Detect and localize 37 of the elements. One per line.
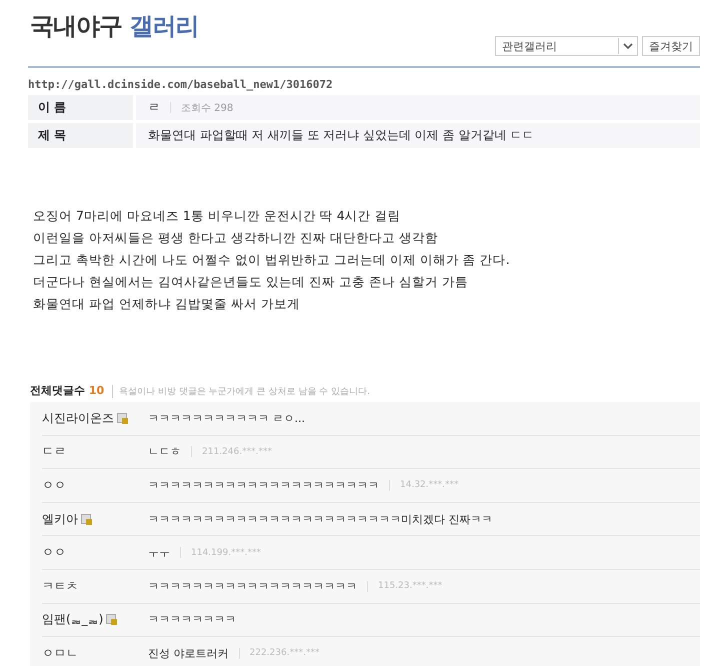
commenter-name: 엘키아: [42, 510, 78, 528]
post-subject: 화물연대 파업할때 저 새끼들 또 저러냐 싶었는데 이제 좀 알거같네 ㄷㄷ: [148, 127, 534, 144]
commenter-name: ㅇㅇ: [42, 544, 66, 562]
post-text: 그리고 촉박한 시간에 나도 어쩔수 없이 법위반하고 그러는데 이제 이해가 좀 간다.: [33, 251, 511, 269]
related-gallery-select[interactable]: 관련갤러리: [495, 36, 638, 56]
gallery-title: 국내야구 갤러리: [30, 12, 198, 40]
ip-address: 222.236.***.***: [250, 648, 320, 658]
name-label: 이 름: [38, 99, 66, 116]
comment-text: ㅋㅋㅋㅋㅋㅋㅋㅋ: [148, 612, 236, 628]
view-count: 조회수 298: [181, 102, 234, 114]
comment-text: 진성 야로트러커: [148, 646, 228, 661]
post-text: 오징어 7마리에 마요네즈 1통 비우니깐 운전시간 딱 4시간 걸림: [33, 207, 402, 225]
ip-address: 14.32.***.***: [400, 480, 458, 490]
commenter-name: ㄷㄹ: [42, 443, 66, 460]
ip-address: 211.246.***.***: [202, 446, 272, 457]
favorites-button[interactable]: 즐겨찾기: [642, 36, 700, 56]
comment-text: ㅋㅋㅋㅋㅋㅋㅋㅋㅋㅋㅋ ㄹㅇ...: [148, 410, 305, 426]
post-text: 화물연대 파업 언제하냐 김밥몇줄 싸서 가보게: [33, 295, 301, 313]
comment-count: 전체댓글수 10: [30, 383, 104, 398]
comment-notice: 욕설이나 비방 댓글은 누군가에게 큰 상처로 남을 수 있습니다.: [112, 385, 370, 398]
comment-text: ㄴㄷㅎ: [148, 444, 181, 460]
ip-address: 114.199.***.***: [191, 548, 261, 558]
comment-text: ㅜㅜ: [148, 545, 170, 560]
comment-text: ㅋㅋㅋㅋㅋㅋㅋㅋㅋㅋㅋㅋㅋㅋㅋㅋㅋㅋㅋㅋㅋㅋㅋ미치겠다 진짜ㅋㅋ: [148, 512, 492, 527]
post-text: 이런일을 아저씨들은 평생 한다고 생각하니깐 진짜 대단한다고 생각함: [33, 229, 439, 247]
comment-text: ㅋㅋㅋㅋㅋㅋㅋㅋㅋㅋㅋㅋㅋㅋㅋㅋㅋㅋㅋ: [148, 578, 357, 594]
author-name: ㄹ: [148, 99, 160, 116]
subject-label: 제 목: [38, 127, 66, 144]
comment-text: ㅋㅋㅋㅋㅋㅋㅋㅋㅋㅋㅋㅋㅋㅋㅋㅋㅋㅋㅋㅋㅋ: [148, 478, 379, 493]
commenter-name: 임팬(ᆲ_ᆲ): [42, 611, 104, 628]
post-text: 더군다나 현실에서는 김여사같은년들도 있는데 진짜 고충 존나 심할거 가틈: [33, 273, 469, 291]
ip-address: 115.23.***.***: [378, 581, 442, 592]
commenter-name: ㅇㅇ: [42, 476, 66, 494]
commenter-name: ㅋㅌㅊ: [42, 578, 78, 595]
post-url[interactable]: http://gall.dcinside.com/baseball_new1/3016072: [28, 78, 720, 91]
commenter-name: 시진라이온즈: [42, 410, 114, 427]
commenter-name: ㅇㅁㄴ: [42, 644, 78, 662]
